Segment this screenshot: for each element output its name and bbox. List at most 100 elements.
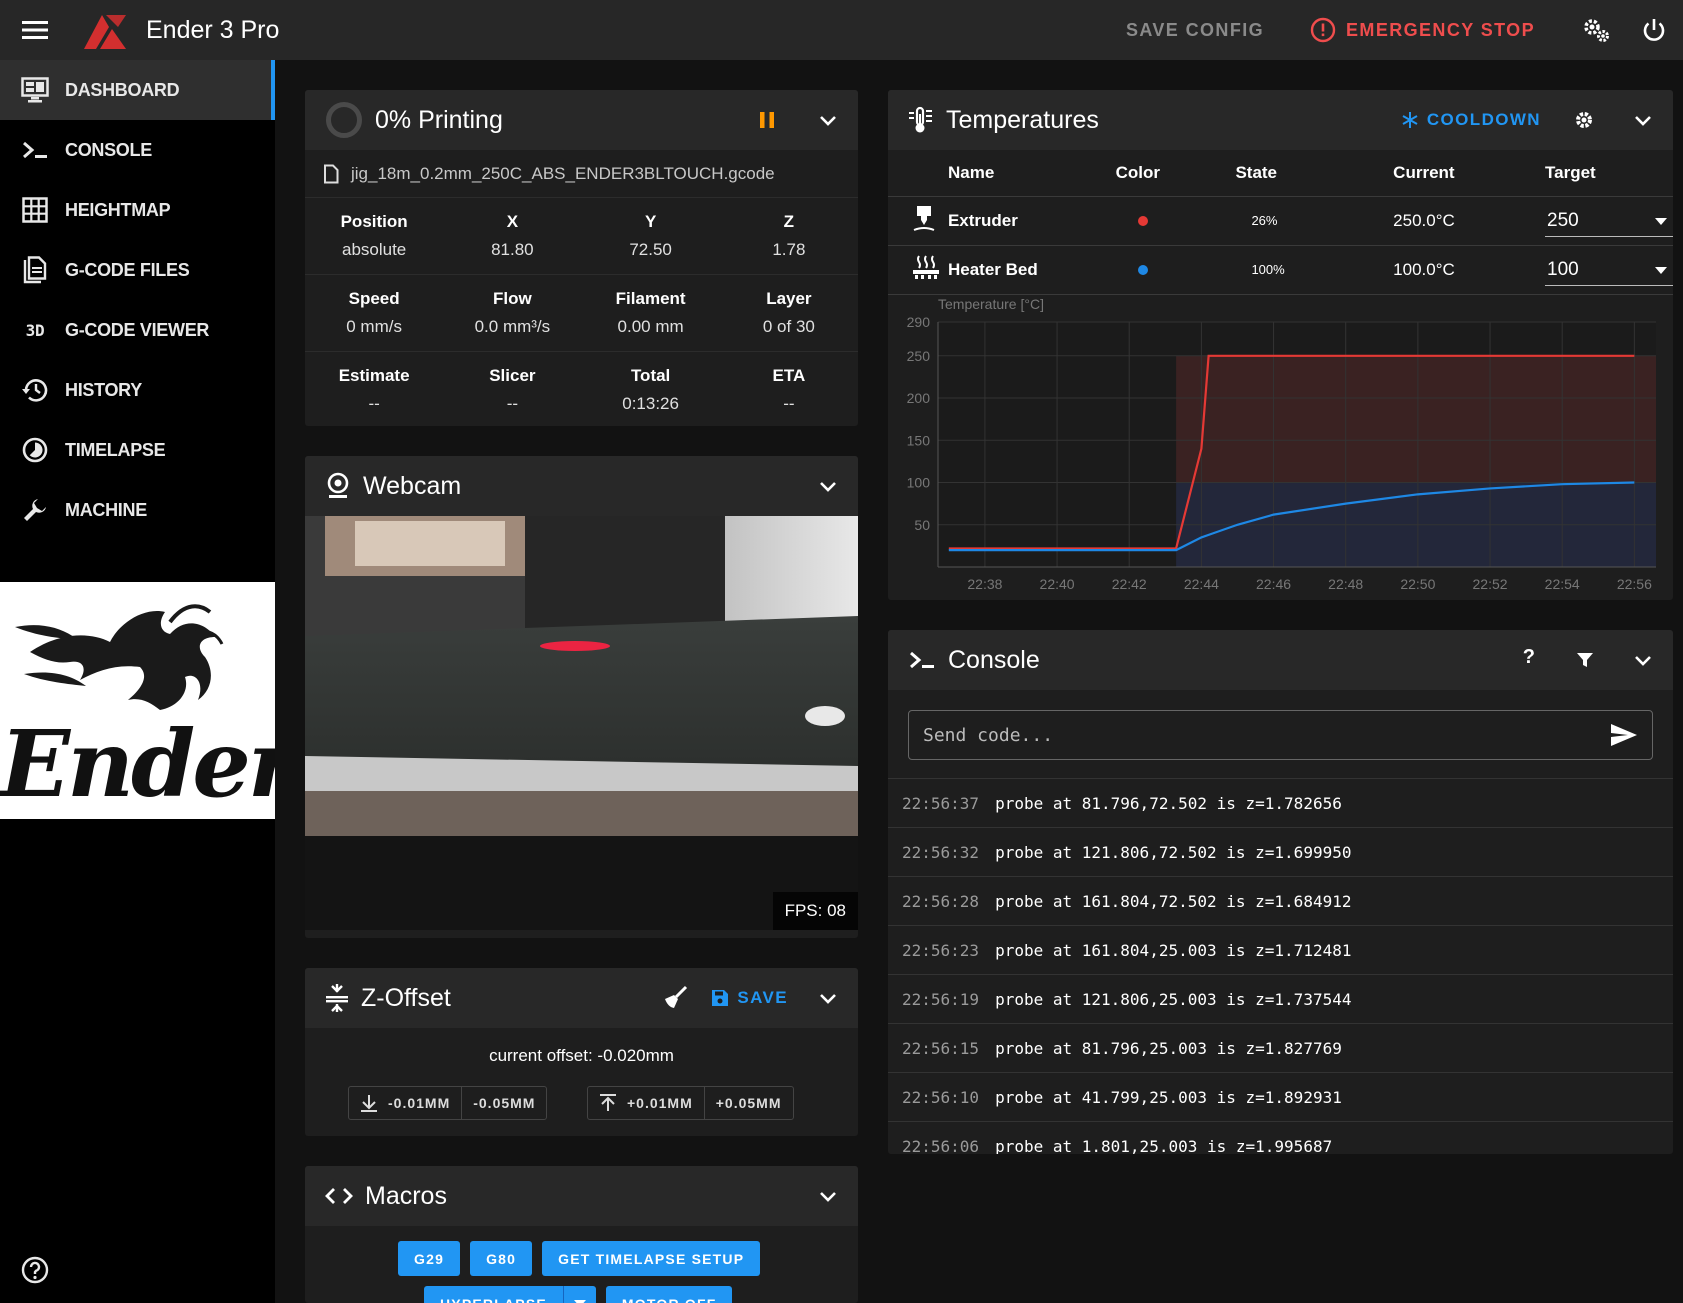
sidebar-item-machine[interactable]: MACHINE (0, 480, 275, 540)
log-timestamp: 22:56:23 (902, 940, 980, 960)
sidebar-item-gcode-files[interactable]: G-CODE FILES (0, 240, 275, 300)
log-message: probe at 121.806,72.502 is z=1.699950 (995, 842, 1352, 862)
settings-button[interactable] (1567, 0, 1625, 60)
target-value: 100 (1547, 259, 1579, 280)
save-label: SAVE (737, 988, 788, 1007)
cooldown-button[interactable]: COOLDOWN (1401, 90, 1541, 150)
status-title: 0% Printing (375, 105, 503, 134)
y-axis-label: Temperature [°C] (938, 296, 1044, 312)
chevron-down-icon[interactable] (1631, 648, 1655, 672)
position-grid: Position X Y Z absolute 81.80 72.50 1.78 (305, 198, 858, 275)
zoffset-title: Z-Offset (361, 983, 451, 1012)
sidebar-item-dashboard[interactable]: DASHBOARD (0, 60, 275, 120)
timelapse-icon (20, 435, 50, 465)
log-message: probe at 81.796,25.003 is z=1.827769 (995, 1038, 1342, 1058)
arrow-collapse-vertical-icon (326, 984, 348, 1012)
zoffset-down-big-button[interactable]: -0.05MM (461, 1087, 546, 1119)
sidebar-item-label: HEIGHTMAP (65, 199, 171, 220)
macro-get-timelapse-setup-button[interactable]: GET TIMELAPSE SETUP (542, 1241, 761, 1276)
sidebar: DASHBOARD CONSOLE HEIGHTMAP G-CODE FILES… (0, 60, 275, 1303)
y-tick-label: 290 (907, 314, 931, 330)
zoffset-panel: Z-Offset SAVE current offset: -0.020mm -… (305, 968, 858, 1136)
sidebar-item-heightmap[interactable]: HEIGHTMAP (0, 180, 275, 240)
macro-hyperlapse-menu-button[interactable] (562, 1286, 596, 1303)
column-header: State (1221, 150, 1364, 197)
macro-hyperlapse-button[interactable]: HYPERLAPSE (424, 1286, 563, 1303)
zoffset-down-small-button[interactable]: -0.01MM (349, 1087, 461, 1119)
current-file: jig_18m_0.2mm_250C_ABS_ENDER3BLTOUCH.gco… (305, 150, 858, 198)
grid-header: Estimate (338, 366, 410, 385)
log-message: probe at 41.799,25.003 is z=1.892931 (995, 1087, 1342, 1107)
console-icon (20, 135, 50, 165)
alert-circle-icon (1310, 17, 1336, 43)
arrow-up-icon (600, 1094, 616, 1111)
sidebar-item-gcode-viewer[interactable]: 3D G-CODE VIEWER (0, 300, 275, 360)
chevron-down-icon[interactable] (1631, 108, 1655, 132)
zoffset-up-group: +0.01MM +0.05MM (587, 1086, 794, 1120)
sidebar-item-label: TIMELAPSE (65, 439, 166, 460)
ender-logo-image: Ender (0, 582, 275, 819)
sidebar-item-console[interactable]: CONSOLE (0, 120, 275, 180)
console-placeholder: Send code... (923, 724, 1054, 746)
filter-icon[interactable] (1575, 650, 1595, 670)
chevron-down-icon[interactable] (816, 986, 840, 1010)
emergency-stop-button[interactable]: EMERGENCY STOP (1294, 0, 1551, 60)
console-help-button[interactable]: ? (1523, 646, 1535, 669)
heater-bed-target-select[interactable]: 100 (1545, 253, 1673, 286)
log-timestamp: 22:56:37 (902, 793, 980, 813)
save-config-button[interactable]: SAVE CONFIG (1110, 0, 1280, 60)
grid-header: X (506, 212, 519, 231)
sidebar-item-label: G-CODE FILES (65, 259, 190, 280)
heater-bed-color-dot[interactable] (1137, 264, 1148, 275)
heater-current: 250.0°C (1363, 196, 1515, 246)
chevron-down-icon[interactable] (816, 474, 840, 498)
webcam-panel-header: Webcam (305, 456, 858, 516)
webcam-stream[interactable]: FPS: 08 (305, 516, 858, 930)
extruder-color-dot[interactable] (1137, 215, 1148, 226)
chevron-down-icon[interactable] (816, 108, 840, 132)
list-item: 22:56:37 probe at 81.796,72.502 is z=1.78… (888, 778, 1673, 827)
help-circle-icon[interactable] (20, 1255, 50, 1285)
webcam-title: Webcam (363, 471, 462, 500)
x-tick-label: 22:48 (1328, 576, 1363, 592)
gear-icon[interactable] (1573, 109, 1595, 131)
extruder-target-select[interactable]: 250 (1545, 204, 1673, 237)
column-header: Target (1515, 150, 1673, 197)
menu-toggle-button[interactable] (0, 0, 70, 60)
x-tick-label: 22:50 (1400, 576, 1435, 592)
chevron-down-icon[interactable] (816, 1184, 840, 1208)
grid-value: 0 mm/s (346, 317, 402, 336)
macro-motor-off-button[interactable]: MOTOR OFF (605, 1286, 733, 1303)
list-item: 22:56:06 probe at 1.801,25.003 is z=1.995… (888, 1121, 1673, 1154)
send-icon[interactable] (1610, 723, 1638, 747)
pause-icon[interactable] (756, 109, 778, 131)
console-icon (910, 651, 934, 669)
grid-value: 0.00 mm (617, 317, 684, 336)
history-icon (20, 375, 50, 405)
list-item: 22:56:15 probe at 81.796,25.003 is z=1.82… (888, 1023, 1673, 1072)
y-tick-label: 100 (907, 475, 931, 491)
cooldown-label: COOLDOWN (1426, 110, 1541, 129)
sidebar-item-timelapse[interactable]: TIMELAPSE (0, 420, 275, 480)
log-message: probe at 121.806,25.003 is z=1.737544 (995, 989, 1352, 1009)
grid-header: Slicer (489, 366, 536, 385)
broom-icon[interactable] (662, 985, 688, 1011)
grid-header: Flow (493, 289, 532, 308)
power-button[interactable] (1625, 0, 1683, 60)
console-input[interactable]: Send code... (908, 710, 1653, 760)
cogs-icon (1584, 19, 1609, 42)
console-title: Console (948, 645, 1040, 674)
macros-panel: Macros G29 G80 GET TIMELAPSE SETUP HYPER… (305, 1166, 858, 1303)
sidebar-item-history[interactable]: HISTORY (0, 360, 275, 420)
temperature-chart[interactable]: 50 100 150 200 250 290 22:38 22:40 22:42 22:44 22:… (888, 294, 1673, 600)
zoffset-up-small-button[interactable]: +0.01MM (588, 1087, 704, 1119)
macro-g80-button[interactable]: G80 (470, 1241, 533, 1276)
list-item: 22:56:23 probe at 161.804,25.003 is z=1.7… (888, 925, 1673, 974)
snowflake-icon (1402, 112, 1418, 128)
zoffset-up-big-button[interactable]: +0.05MM (703, 1087, 793, 1119)
fps-counter: FPS: 08 (772, 892, 858, 930)
menu-down-icon (573, 1299, 586, 1303)
macro-g29-button[interactable]: G29 (398, 1241, 461, 1276)
console-panel-header: Console ? (888, 630, 1673, 690)
zoffset-save-button[interactable]: SAVE (711, 968, 788, 1028)
